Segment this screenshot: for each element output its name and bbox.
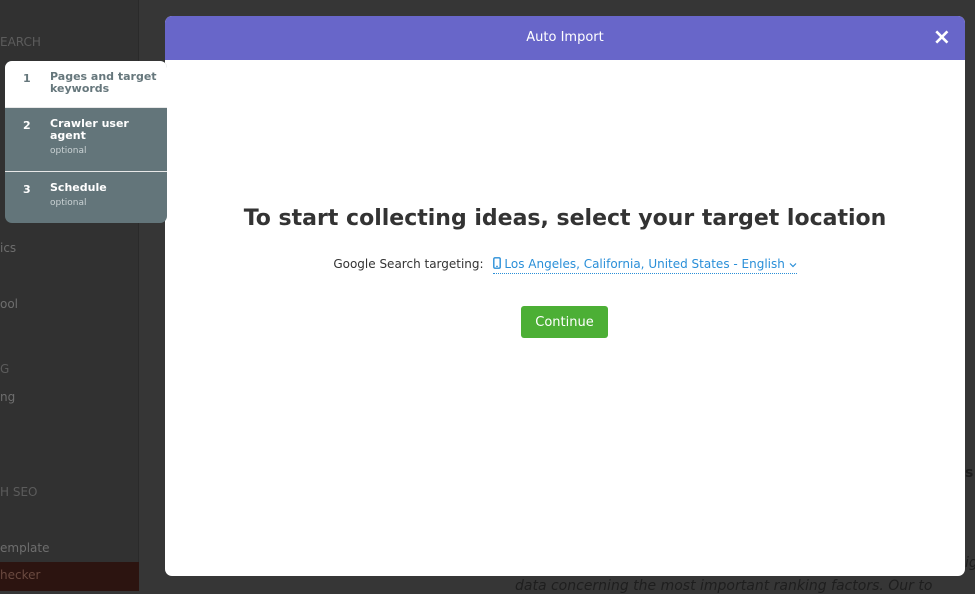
targeting-row: Google Search targeting: Los Angeles, Ca… bbox=[165, 257, 965, 274]
sidebar-item[interactable]: ool bbox=[0, 297, 18, 311]
step-number: 3 bbox=[23, 183, 31, 196]
background-text: s bbox=[965, 465, 974, 481]
sidebar-item[interactable]: emplate bbox=[0, 541, 49, 555]
modal-heading: To start collecting ideas, select your t… bbox=[243, 206, 887, 231]
mobile-device-icon bbox=[493, 257, 502, 269]
location-value: Los Angeles, California, United States -… bbox=[504, 257, 785, 271]
step-schedule[interactable]: 3 Schedule optional bbox=[5, 172, 167, 219]
sidebar-section: EARCH bbox=[0, 35, 41, 49]
step-crawler-user-agent[interactable]: 2 Crawler user agent optional bbox=[5, 108, 167, 172]
background-text: data concerning the most important ranki… bbox=[515, 578, 933, 594]
continue-button[interactable]: Continue bbox=[521, 306, 608, 338]
sidebar-item-active[interactable]: hecker bbox=[0, 562, 139, 591]
wizard-steps: 1 Pages and target keywords 2 Crawler us… bbox=[5, 61, 167, 223]
step-label: Schedule bbox=[50, 181, 107, 194]
modal-title: Auto Import bbox=[526, 30, 604, 45]
step-pages-keywords[interactable]: 1 Pages and target keywords bbox=[5, 61, 167, 108]
background-text: ig bbox=[965, 555, 975, 571]
sidebar-item[interactable]: ng bbox=[0, 390, 15, 404]
sidebar-section: G bbox=[0, 362, 10, 376]
chevron-down-icon bbox=[789, 263, 797, 268]
step-number: 1 bbox=[23, 72, 31, 85]
modal-header: Auto Import × bbox=[165, 16, 965, 60]
targeting-label: Google Search targeting: bbox=[333, 257, 484, 271]
sidebar-item-label: hecker bbox=[0, 568, 41, 582]
step-number: 2 bbox=[23, 119, 31, 132]
location-dropdown[interactable]: Los Angeles, California, United States -… bbox=[493, 257, 797, 274]
step-optional: optional bbox=[50, 146, 87, 156]
sidebar-item[interactable]: ics bbox=[0, 241, 16, 255]
step-optional: optional bbox=[50, 198, 87, 208]
step-label: Crawler user agent bbox=[50, 117, 129, 142]
auto-import-modal: Auto Import × To start collecting ideas,… bbox=[165, 16, 965, 576]
sidebar-section: H SEO bbox=[0, 485, 38, 499]
step-label: Pages and target keywords bbox=[50, 70, 157, 95]
close-icon[interactable]: × bbox=[933, 25, 951, 51]
